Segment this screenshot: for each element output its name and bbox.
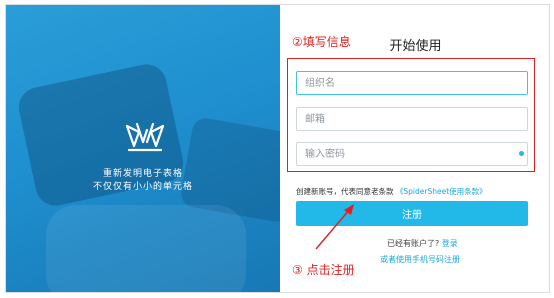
signup-window: 重新发明电子表格 不仅仅有小小的单元格 ②填写信息 开始使用 创建新账号，代表同… [5, 4, 550, 293]
password-indicator-icon [519, 151, 524, 156]
terms-link[interactable]: 《SpiderSheet使用条款》 [396, 187, 487, 196]
email-input[interactable] [296, 107, 528, 131]
password-input[interactable] [296, 142, 528, 166]
have-account-text: 已经有账户了? [387, 239, 440, 248]
page-title: 开始使用 [389, 39, 442, 54]
hero-tagline-1: 重新发明电子表格 [102, 169, 183, 179]
annotation-step3: ③ 点击注册 [292, 263, 355, 277]
spidersheet-logo-icon [125, 122, 165, 152]
phone-register-link[interactable]: 或者使用手机号码注册 [380, 254, 460, 265]
signup-panel: ②填写信息 开始使用 创建新账号，代表同意老条款 《SpiderSheet使用条… [280, 5, 549, 292]
hero-panel: 重新发明电子表格 不仅仅有小小的单元格 [6, 5, 280, 292]
hero-background-shape [46, 205, 246, 292]
have-account-row: 已经有账户了? 登录 [387, 238, 458, 249]
annotation-arrow-icon [315, 204, 354, 250]
terms-text: 创建新账号，代表同意老条款 《SpiderSheet使用条款》 [296, 186, 487, 197]
login-link[interactable]: 登录 [442, 239, 458, 248]
org-name-input[interactable] [296, 71, 528, 95]
terms-prefix: 创建新账号，代表同意老条款 [296, 187, 394, 196]
hero-tagline-2: 不仅仅有小小的单元格 [92, 182, 193, 192]
